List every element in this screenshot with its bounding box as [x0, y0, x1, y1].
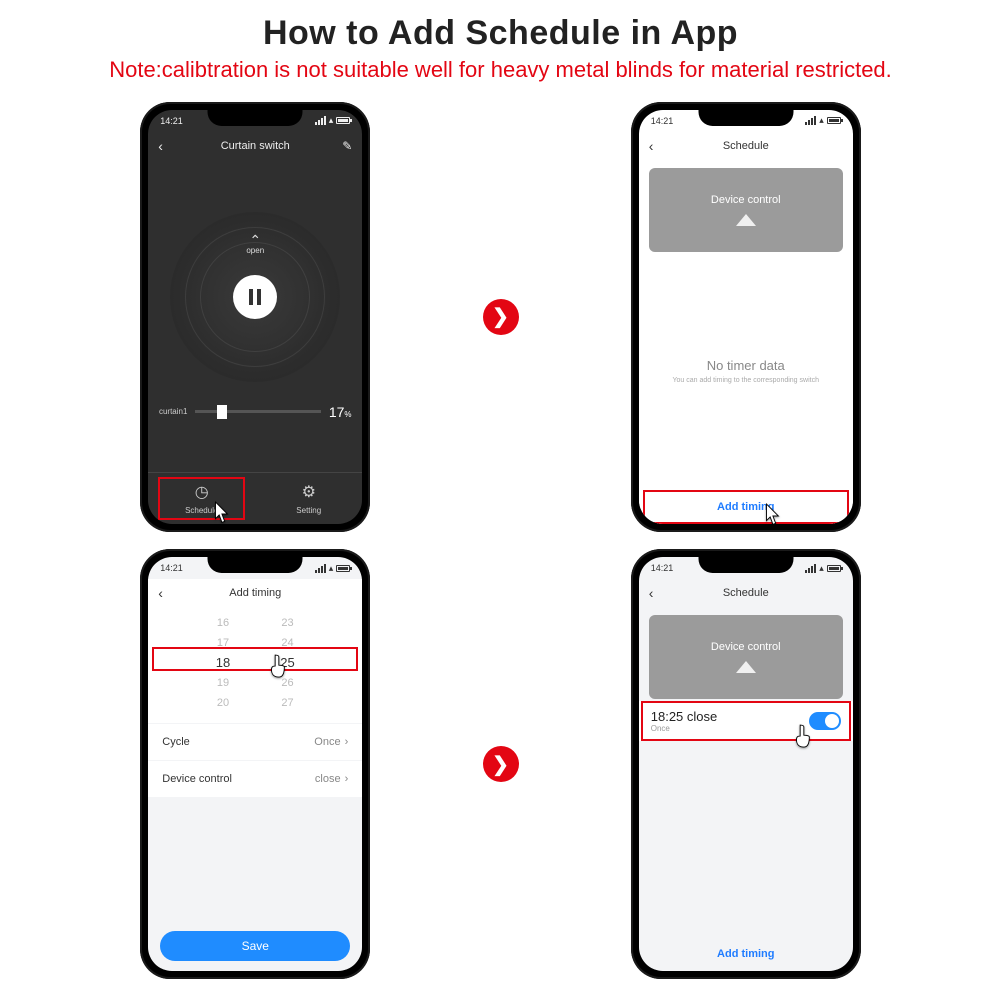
- battery-icon: [336, 565, 350, 572]
- phone-step-3: 14:21 ▴ ‹ Add timing 16 17 18: [140, 549, 370, 979]
- cycle-label: Cycle: [162, 736, 190, 748]
- clock-icon: ◷: [195, 482, 209, 502]
- empty-state-subtitle: You can add timing to the corresponding …: [673, 377, 819, 384]
- back-icon[interactable]: ‹: [649, 138, 654, 154]
- schedule-cycle-label: Once: [651, 724, 718, 733]
- chevron-right-icon: ›: [345, 736, 349, 748]
- back-icon[interactable]: ‹: [158, 138, 163, 154]
- battery-icon: [336, 117, 350, 124]
- minute-column[interactable]: 23 24 25 26 27: [280, 613, 294, 713]
- signal-icon: [805, 116, 816, 125]
- navbar: ‹ Schedule: [639, 579, 853, 607]
- signal-icon: [805, 564, 816, 573]
- wifi-icon: ▴: [329, 115, 334, 126]
- device-control-value: close: [315, 773, 341, 785]
- warning-note: Note:calibtration is not suitable well f…: [0, 57, 1001, 83]
- wifi-icon: ▴: [819, 115, 824, 126]
- status-time: 14:21: [160, 116, 183, 126]
- navbar-title: Curtain switch: [221, 140, 290, 152]
- steps-grid: 14:21 ▴ ‹ Curtain switch ✎ ⌃ open: [0, 100, 1001, 1001]
- empty-state: No timer data You can add timing to the …: [639, 252, 853, 490]
- device-control-row[interactable]: Device control close ›: [148, 761, 362, 797]
- device-control-label: Device control: [711, 194, 781, 206]
- save-button[interactable]: Save: [160, 931, 350, 961]
- status-time: 14:21: [651, 116, 674, 126]
- chevron-up-icon: [736, 214, 756, 226]
- phone-step-1: 14:21 ▴ ‹ Curtain switch ✎ ⌃ open: [140, 102, 370, 532]
- phone-step-2: 14:21 ▴ ‹ Schedule Device control No tim…: [631, 102, 861, 532]
- chevron-up-icon: [736, 661, 756, 673]
- percent-value: 17%: [329, 404, 352, 420]
- chevron-up-icon[interactable]: ⌃: [249, 236, 261, 244]
- edit-icon[interactable]: ✎: [342, 139, 352, 153]
- tab-setting[interactable]: ⚙ Setting: [255, 473, 362, 524]
- open-label: open: [246, 246, 264, 255]
- cycle-value: Once: [314, 736, 340, 748]
- time-picker[interactable]: 16 17 18 19 20 23 24 25 26 27: [148, 607, 362, 723]
- wifi-icon: ▴: [329, 563, 334, 574]
- step-arrow-icon: ❯: [483, 299, 519, 335]
- hour-column[interactable]: 16 17 18 19 20: [216, 613, 230, 713]
- device-control-label: Device control: [162, 773, 232, 785]
- tab-setting-label: Setting: [296, 506, 321, 515]
- back-icon[interactable]: ‹: [158, 585, 163, 601]
- navbar-title: Add timing: [229, 587, 281, 599]
- device-control-label: Device control: [711, 641, 781, 653]
- navbar-title: Schedule: [723, 140, 769, 152]
- tab-schedule-label: Schedule: [185, 506, 218, 515]
- device-control-card[interactable]: Device control: [649, 615, 843, 699]
- add-timing-button[interactable]: Add timing: [639, 490, 853, 524]
- status-time: 14:21: [160, 563, 183, 573]
- tab-schedule[interactable]: ◷ Schedule: [148, 473, 255, 524]
- wifi-icon: ▴: [819, 563, 824, 574]
- pause-button[interactable]: [233, 275, 277, 319]
- schedule-row[interactable]: 18:25 close Once: [639, 701, 853, 741]
- curtain-control-dial[interactable]: ⌃ open: [170, 212, 340, 382]
- status-time: 14:21: [651, 563, 674, 573]
- back-icon[interactable]: ‹: [649, 585, 654, 601]
- add-timing-button[interactable]: Add timing: [639, 937, 853, 971]
- page-title: How to Add Schedule in App: [0, 0, 1001, 53]
- empty-state-title: No timer data: [707, 358, 785, 373]
- gear-icon: ⚙: [302, 482, 316, 502]
- signal-icon: [315, 564, 326, 573]
- step-arrow-icon: ❯: [483, 746, 519, 782]
- slider-label: curtain1: [159, 407, 187, 416]
- schedule-time-label: 18:25 close: [651, 709, 718, 724]
- navbar-title: Schedule: [723, 587, 769, 599]
- navbar: ‹ Schedule: [639, 132, 853, 160]
- phone-step-4: 14:21 ▴ ‹ Schedule Device control: [631, 549, 861, 979]
- chevron-right-icon: ›: [345, 773, 349, 785]
- battery-icon: [827, 117, 841, 124]
- signal-icon: [315, 116, 326, 125]
- device-control-card[interactable]: Device control: [649, 168, 843, 252]
- navbar: ‹ Add timing: [148, 579, 362, 607]
- schedule-toggle[interactable]: [809, 712, 841, 730]
- cycle-row[interactable]: Cycle Once ›: [148, 724, 362, 760]
- battery-icon: [827, 565, 841, 572]
- position-slider[interactable]: [195, 410, 320, 413]
- navbar: ‹ Curtain switch ✎: [148, 132, 362, 160]
